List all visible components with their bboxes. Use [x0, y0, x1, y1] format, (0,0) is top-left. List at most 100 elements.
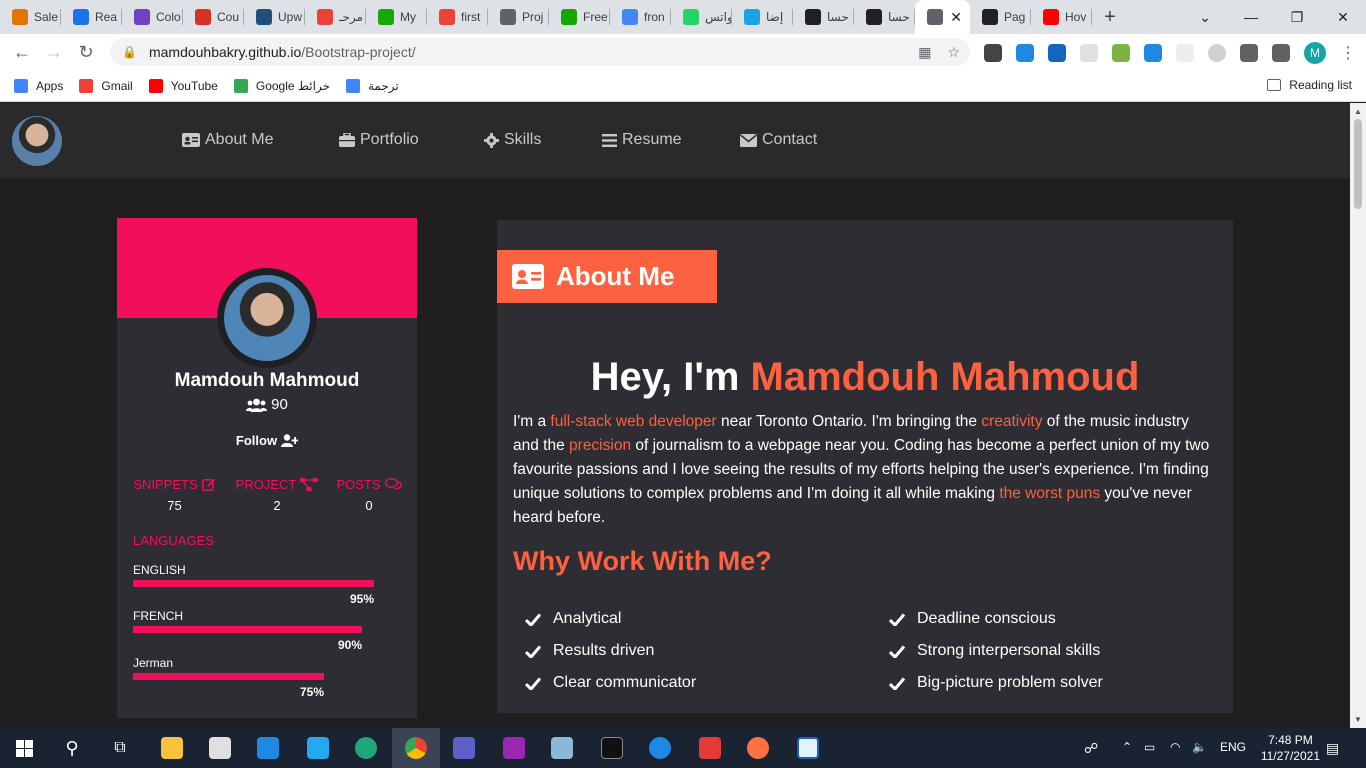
bio-text: near Toronto Ontario. I'm bringing the: [716, 413, 982, 430]
nav-link-contact[interactable]: Contact: [740, 131, 817, 149]
bookmark-label: Google خرائط: [255, 78, 330, 93]
colorful-extension-icon[interactable]: [1112, 44, 1130, 62]
stat-project[interactable]: PROJECT 2: [234, 477, 320, 513]
eyedropper-extension-icon[interactable]: [984, 44, 1002, 62]
browser-tab[interactable]: first: [427, 0, 488, 34]
follow-label: Follow: [235, 433, 278, 448]
snipping-tool-icon[interactable]: [686, 728, 734, 768]
forward-icon[interactable]: →: [38, 42, 70, 63]
paint-icon[interactable]: [734, 728, 782, 768]
mail-icon[interactable]: [244, 728, 292, 768]
profile-avatar-button[interactable]: M: [1304, 42, 1326, 64]
new-tab-button[interactable]: +: [1092, 6, 1128, 29]
browser-tab[interactable]: Rea: [61, 0, 122, 34]
nav-link-skills[interactable]: Skills: [484, 131, 541, 149]
store-icon[interactable]: [196, 728, 244, 768]
teams-icon[interactable]: [440, 728, 488, 768]
notes-app-icon[interactable]: [538, 728, 586, 768]
follow-button[interactable]: Follow: [117, 433, 417, 448]
tab-close-icon[interactable]: ✕: [950, 9, 962, 26]
browser-tab[interactable]: Hov: [1031, 0, 1092, 34]
tray-chevron-icon[interactable]: ⌃: [1122, 740, 1132, 754]
battery-icon[interactable]: ▭: [1144, 740, 1155, 754]
notifications-icon[interactable]: ▤: [1326, 740, 1339, 757]
task-view-icon[interactable]: ⧉: [96, 728, 144, 768]
scroll-down-icon[interactable]: ▼: [1354, 715, 1362, 724]
language-indicator[interactable]: ENG: [1220, 740, 1246, 754]
circle-extension-icon[interactable]: [1208, 44, 1226, 62]
puzzle-extensions-icon[interactable]: [1240, 44, 1258, 62]
browser-tab[interactable]: My: [366, 0, 427, 34]
wifi-icon[interactable]: ◠: [1170, 740, 1180, 754]
tab-title: Sale: [34, 10, 59, 24]
droplet-app-icon[interactable]: [636, 728, 684, 768]
nav-link-portfolio[interactable]: Portfolio: [339, 131, 419, 149]
back-icon[interactable]: ←: [6, 42, 38, 63]
bookmark-item[interactable]: Gmail: [79, 78, 133, 93]
maximize-button[interactable]: ❐: [1274, 0, 1320, 34]
search-icon[interactable]: ⚲: [48, 728, 96, 768]
reload-icon[interactable]: ↻: [70, 42, 102, 63]
browser-tab[interactable]: Colo: [122, 0, 183, 34]
browser-tab[interactable]: Sale: [0, 0, 61, 34]
browser-tab[interactable]: Pag: [970, 0, 1031, 34]
browser-tab[interactable]: واتس: [671, 0, 732, 34]
browser-tab[interactable]: Cou: [183, 0, 244, 34]
reading-list-button[interactable]: Reading list: [1267, 78, 1352, 92]
download-extension-icon[interactable]: [1048, 44, 1066, 62]
address-bar[interactable]: 🔒 mamdouhbakry.github.io/Bootstrap-proje…: [110, 38, 970, 66]
nav-avatar[interactable]: [12, 116, 62, 166]
bio-highlight: creativity: [981, 413, 1043, 430]
close-window-button[interactable]: ✕: [1320, 0, 1366, 34]
system-clock[interactable]: 7:48 PM 11/27/2021: [1261, 732, 1320, 764]
stat-posts-value: 0: [365, 498, 373, 513]
notes-extension-icon[interactable]: [1080, 44, 1098, 62]
screen-extension-icon[interactable]: [1144, 44, 1162, 62]
people-icon[interactable]: ☍: [1084, 740, 1098, 757]
browser-tab[interactable]: Free: [549, 0, 610, 34]
file-explorer-icon[interactable]: [148, 728, 196, 768]
terminal-icon[interactable]: [588, 728, 636, 768]
language-name: FRENCH: [133, 609, 183, 623]
qr-code-icon[interactable]: ▦: [918, 44, 931, 61]
menu-kebab-icon[interactable]: ⋮: [1340, 43, 1356, 63]
screen-app-icon[interactable]: [784, 728, 832, 768]
chrome-icon[interactable]: [392, 728, 440, 768]
tab-search-icon[interactable]: ⌄: [1182, 0, 1228, 34]
scrollbar-thumb[interactable]: [1354, 119, 1362, 209]
minimize-button[interactable]: —: [1228, 0, 1274, 34]
bookmark-item[interactable]: Google خرائط: [233, 78, 330, 93]
blank-extension-icon[interactable]: [1176, 44, 1194, 62]
browser-tab[interactable]: fron: [610, 0, 671, 34]
browser-tab[interactable]: مرحـ: [305, 0, 366, 34]
check-icon: [889, 677, 905, 690]
tab-favicon-icon: [195, 9, 211, 25]
page-scrollbar[interactable]: ▲ ▼: [1350, 103, 1366, 728]
browser-tab[interactable]: حسا: [854, 0, 915, 34]
browser-tab[interactable]: Proj: [488, 0, 549, 34]
edge-icon[interactable]: [342, 728, 390, 768]
browser-tab[interactable]: إضا: [732, 0, 793, 34]
briefcase-icon: [339, 133, 355, 147]
edit-icon: [201, 478, 215, 491]
start-button[interactable]: [0, 728, 48, 768]
tab-favicon-icon: [1043, 9, 1059, 25]
bookmark-item[interactable]: ترجمة: [346, 78, 399, 93]
browser-tab[interactable]: Upw: [244, 0, 305, 34]
browser-tab[interactable]: حسا: [793, 0, 854, 34]
vscode-icon[interactable]: [294, 728, 342, 768]
bookmark-item[interactable]: YouTube: [148, 78, 218, 93]
scroll-up-icon[interactable]: ▲: [1354, 107, 1362, 116]
browser-tab-active[interactable]: ✕: [915, 0, 970, 34]
stat-snippets[interactable]: SNIPPETS 75: [132, 477, 217, 513]
winrar-icon[interactable]: [490, 728, 538, 768]
drop-extension-icon[interactable]: [1016, 44, 1034, 62]
nav-link-about[interactable]: About Me: [182, 131, 273, 149]
bookmark-item[interactable]: Apps: [14, 78, 63, 93]
volume-icon[interactable]: 🔈: [1192, 740, 1207, 754]
nav-link-resume[interactable]: Resume: [602, 131, 682, 149]
stat-posts[interactable]: POSTS 0: [335, 477, 403, 513]
bookmark-star-icon[interactable]: ☆: [947, 44, 960, 61]
profile-card: Mamdouh Mahmoud 90 Follow SNIPPETS 75 PR…: [117, 218, 417, 718]
media-control-icon[interactable]: [1272, 44, 1290, 62]
